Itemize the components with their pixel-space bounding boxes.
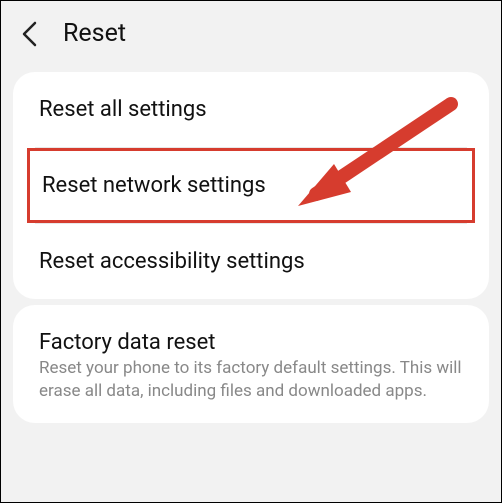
reset-all-settings-item[interactable]: Reset all settings bbox=[13, 72, 489, 147]
factory-reset-card: Factory data reset Reset your phone to i… bbox=[13, 305, 489, 423]
list-item-label: Reset network settings bbox=[42, 173, 266, 198]
reset-options-card: Reset all settings Reset network setting… bbox=[13, 72, 489, 299]
back-icon[interactable] bbox=[15, 20, 43, 48]
factory-reset-description: Reset your phone to its factory default … bbox=[39, 357, 463, 403]
page-title: Reset bbox=[63, 19, 126, 48]
factory-reset-title: Factory data reset bbox=[39, 330, 463, 355]
reset-network-settings-item[interactable]: Reset network settings bbox=[27, 148, 475, 223]
header: Reset bbox=[1, 1, 501, 66]
list-item-label: Reset accessibility settings bbox=[39, 249, 305, 274]
factory-data-reset-item[interactable]: Factory data reset Reset your phone to i… bbox=[13, 305, 489, 423]
reset-accessibility-settings-item[interactable]: Reset accessibility settings bbox=[13, 224, 489, 299]
list-item-label: Reset all settings bbox=[39, 97, 207, 122]
